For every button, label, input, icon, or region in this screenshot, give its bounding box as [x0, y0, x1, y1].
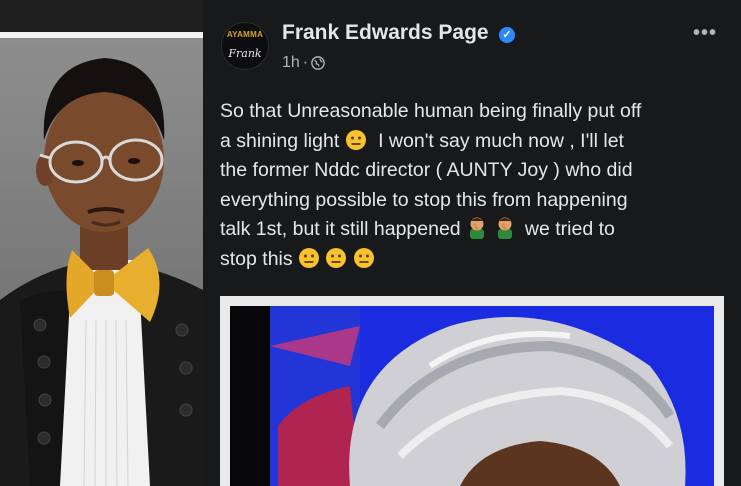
post-text-segment: a shining light [220, 129, 340, 152]
globe-icon [311, 56, 325, 70]
post-line-6: stop this [220, 245, 735, 275]
post-text-segment: talk 1st, but it still happened [220, 218, 461, 240]
facepalm-emoji-icon [470, 217, 485, 239]
attachment-image [230, 306, 714, 486]
neutral-face-emoji-icon [299, 247, 320, 268]
neutral-face-emoji-icon [326, 247, 347, 268]
verified-badge-icon: ✓ [499, 27, 515, 43]
facebook-post: AYAMMA Frank Frank Edwards Page ✓ 1h · •… [203, 0, 741, 486]
post-meta: 1h · [282, 54, 325, 72]
avatar-script-text: Frank [228, 47, 262, 60]
post-attachment[interactable] [220, 296, 724, 486]
post-line-5: talk 1st, but it still happened we tried… [220, 215, 735, 245]
post-text-segment: stop this [220, 247, 293, 270]
neutral-face-emoji-icon [345, 129, 366, 150]
neutral-face-emoji-icon [353, 247, 374, 268]
woman-headwrap-illustration [270, 306, 686, 486]
meta-separator: · [302, 54, 309, 71]
post-line-2: a shining light I won't say much now , I… [220, 127, 735, 157]
post-body: So that Unreasonable human being finally… [220, 97, 735, 274]
portrait-photo [0, 0, 203, 486]
facepalm-emoji-icon [497, 217, 512, 239]
post-text-segment: we tried to [524, 218, 615, 240]
post-text-segment: I won't say much now , I'll let [378, 129, 624, 152]
man-portrait-illustration [0, 58, 203, 486]
page-avatar[interactable]: AYAMMA Frank [221, 22, 269, 70]
post-time[interactable]: 1h [282, 54, 300, 72]
post-line-4: everything possible to stop this from ha… [220, 188, 628, 211]
page-name[interactable]: Frank Edwards Page [282, 21, 489, 45]
more-options-icon[interactable]: ••• [693, 22, 717, 45]
post-line-1: So that Unreasonable human being finally… [220, 100, 642, 122]
avatar-logo-text: AYAMMA [226, 30, 264, 39]
post-line-3: the former Nddc director ( AUNTY Joy ) w… [220, 159, 633, 181]
